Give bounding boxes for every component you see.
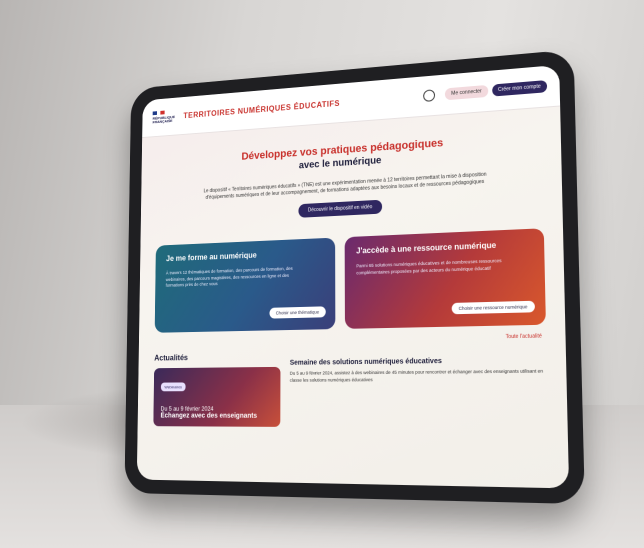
user-icon[interactable] — [423, 89, 436, 103]
news-column: Actualités Webinaires Du 5 au 9 février … — [153, 352, 281, 427]
logo-text: RÉPUBLIQUE FRANÇAISE — [152, 114, 176, 125]
tablet-perspective: RÉPUBLIQUE FRANÇAISE TERRITOIRES NUMÉRIQ… — [10, 10, 630, 530]
article-text: Du 5 au 9 février 2024, assistez à des w… — [289, 368, 544, 383]
hero-description: Le dispositif « Territoires numériques é… — [203, 171, 487, 201]
training-card-title: Je me forme au numérique — [166, 250, 257, 264]
feature-cards: Je me forme au numérique À travers 12 th… — [139, 204, 565, 333]
news-image[interactable]: Webinaires Du 5 au 9 février 2024 Échang… — [153, 366, 281, 427]
site-title[interactable]: TERRITOIRES NUMÉRIQUES ÉDUCATIFS — [183, 99, 340, 120]
training-card[interactable]: Je me forme au numérique À travers 12 th… — [154, 237, 336, 333]
create-account-button[interactable]: Créer mon compte — [491, 80, 548, 97]
article-title[interactable]: Semaine des solutions numériques éducati… — [290, 357, 547, 367]
news-article: Semaine des solutions numériques éducati… — [290, 348, 548, 428]
login-button[interactable]: Me connecter — [445, 84, 488, 101]
news-section-title: Actualités — [154, 353, 188, 363]
tablet-screen: RÉPUBLIQUE FRANÇAISE TERRITOIRES NUMÉRIQ… — [136, 64, 570, 489]
resource-card-text: Parmi 65 solutions numériques éducatives… — [356, 257, 502, 275]
resource-card-title: J'accède à une ressource numérique — [356, 240, 497, 256]
choose-resource-button[interactable]: Choisir une ressource numérique — [451, 300, 535, 315]
photo-frame: RÉPUBLIQUE FRANÇAISE TERRITOIRES NUMÉRIQ… — [0, 0, 644, 548]
training-card-text: À travers 12 thématiques de formation, d… — [165, 265, 293, 288]
news-headline: Échangez avec des enseignants — [160, 412, 258, 420]
tablet-device: RÉPUBLIQUE FRANÇAISE TERRITOIRES NUMÉRIQ… — [124, 49, 585, 505]
choose-theme-button[interactable]: Choisir une thématique — [269, 306, 326, 319]
news-tag: Webinaires — [160, 382, 186, 392]
news-section: Actualités Webinaires Du 5 au 9 février … — [138, 339, 568, 428]
republique-francaise-logo[interactable]: RÉPUBLIQUE FRANÇAISE — [152, 104, 176, 130]
resource-card[interactable]: J'accède à une ressource numérique Parmi… — [344, 228, 546, 329]
